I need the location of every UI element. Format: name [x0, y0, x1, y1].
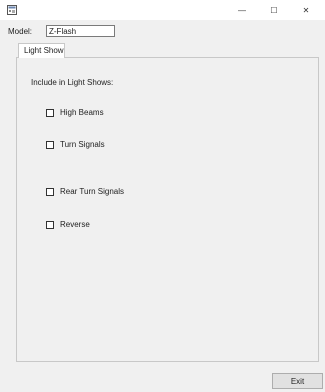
app-window-icon: [7, 5, 17, 15]
checkbox-box[interactable]: [46, 220, 54, 229]
checkbox-rear-turn-signals[interactable]: Rear Turn Signals: [46, 187, 124, 196]
checkbox-high-beams[interactable]: High Beams: [46, 108, 104, 117]
checkbox-label: High Beams: [60, 108, 104, 117]
checkbox-box[interactable]: [46, 140, 54, 149]
checkbox-box[interactable]: [46, 108, 54, 117]
checkbox-label: Reverse: [60, 220, 90, 229]
light-show-panel: [16, 57, 319, 362]
model-label: Model:: [8, 27, 33, 36]
tab-light-show[interactable]: Light Show: [18, 43, 65, 58]
model-field[interactable]: [46, 25, 115, 37]
checkbox-reverse[interactable]: Reverse: [46, 220, 90, 229]
maximize-icon: ☐: [270, 5, 278, 15]
checkbox-box[interactable]: [46, 187, 54, 196]
minimize-button[interactable]: —: [226, 0, 258, 20]
close-icon: ✕: [302, 5, 310, 15]
close-button[interactable]: ✕: [290, 0, 322, 20]
title-bar: — ☐ ✕: [0, 0, 325, 20]
maximize-button[interactable]: ☐: [258, 0, 290, 20]
checkbox-label: Rear Turn Signals: [60, 187, 125, 196]
include-label: Include in Light Shows:: [31, 78, 114, 87]
exit-button[interactable]: Exit: [272, 373, 323, 389]
checkbox-label: Turn Signals: [60, 140, 105, 149]
minimize-icon: —: [238, 5, 246, 15]
checkbox-turn-signals[interactable]: Turn Signals: [46, 140, 105, 149]
